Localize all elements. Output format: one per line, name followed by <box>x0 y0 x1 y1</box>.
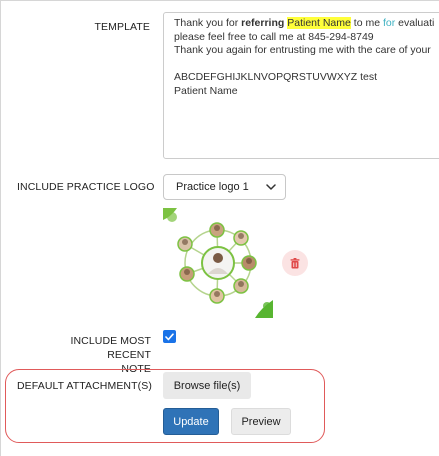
recent-note-label-line-1: INCLUDE MOST RECENT <box>70 335 151 361</box>
network-people-logo <box>163 208 273 318</box>
preview-button[interactable]: Preview <box>231 408 291 435</box>
checkmark-icon <box>165 332 174 340</box>
practice-logo-select[interactable]: Practice logo 1 <box>163 174 286 200</box>
template-label: TEMPLATE <box>94 21 150 33</box>
practice-logo-selected-value: Practice logo 1 <box>176 181 249 193</box>
frame-top-border <box>0 0 439 1</box>
bold-text: referring <box>241 17 285 29</box>
editor-line-6: Patient Name <box>174 84 238 97</box>
teal-text: for <box>382 17 396 29</box>
practice-logo-label: INCLUDE PRACTICE LOGO <box>17 181 155 193</box>
editor-line-1: Thank you for referring Patient Name to … <box>174 17 439 31</box>
editor-line-5: ABCDEFGHIJKLNVOPQRSTUVWXYZ test <box>174 71 378 83</box>
default-attachments-label: DEFAULT ATTACHMENT(S) <box>17 380 152 392</box>
editor-line-empty <box>174 58 439 72</box>
chevron-down-icon <box>266 184 276 190</box>
text-segment: evaluati <box>395 17 435 29</box>
template-editor[interactable]: Thank you for referring Patient Name to … <box>163 12 439 159</box>
editor-line-3: Thank you again for entrusting me with t… <box>174 44 431 56</box>
recent-note-checkbox[interactable] <box>163 330 176 343</box>
frame-left-border <box>0 0 1 456</box>
trash-icon <box>290 257 300 268</box>
text-segment: Thank you for <box>174 17 242 29</box>
text-segment: to me <box>350 17 383 29</box>
update-button[interactable]: Update <box>163 408 219 435</box>
browse-files-button[interactable]: Browse file(s) <box>163 372 251 399</box>
editor-line-2: please feel free to call me at 845-294-8… <box>174 30 374 43</box>
practice-logo-image <box>163 208 273 318</box>
delete-logo-button[interactable] <box>282 250 308 276</box>
merge-field-patient-name: Patient Name <box>287 17 351 29</box>
